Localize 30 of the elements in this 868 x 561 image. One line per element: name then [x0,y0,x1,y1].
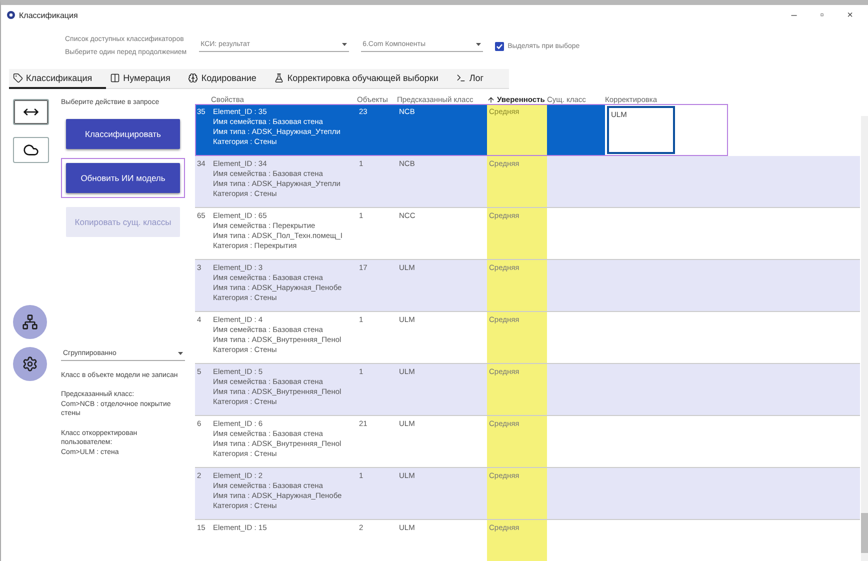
sort-arrow-icon [487,96,495,104]
app-logo-icon [7,11,15,19]
columns-icon [110,73,120,83]
brain-icon [188,73,198,83]
action-button[interactable]: Обновить ИИ модель [66,163,180,193]
caret-icon [476,42,481,46]
action-button[interactable]: Классифицировать [66,119,180,149]
window-control[interactable]: ▫ [810,10,834,20]
hierarchy-icon [22,314,38,330]
checkbox[interactable] [494,42,504,50]
window-control[interactable]: × [838,10,862,20]
window-control[interactable]: – [782,10,806,20]
tool-button[interactable] [13,137,49,163]
round-tool-button[interactable] [13,305,47,339]
window-title: Классификация [19,10,79,20]
tab[interactable]: Лог [452,69,498,89]
tab[interactable]: Корректировка обучающей выборки [270,69,452,89]
scrollbar[interactable] [861,116,868,561]
caret-icon [178,352,183,355]
cloud-icon [23,142,39,158]
tab[interactable]: Нумерация [106,69,184,89]
round-tool-button[interactable] [13,347,47,381]
tab[interactable]: Классификация [9,69,106,89]
tab[interactable]: Кодирование [184,69,270,89]
terminal-icon [456,73,466,83]
caret-icon [342,42,347,46]
tag-icon [13,73,23,83]
flask-icon [274,73,284,83]
settings-icon [22,356,38,372]
tool-button[interactable] [13,99,49,125]
